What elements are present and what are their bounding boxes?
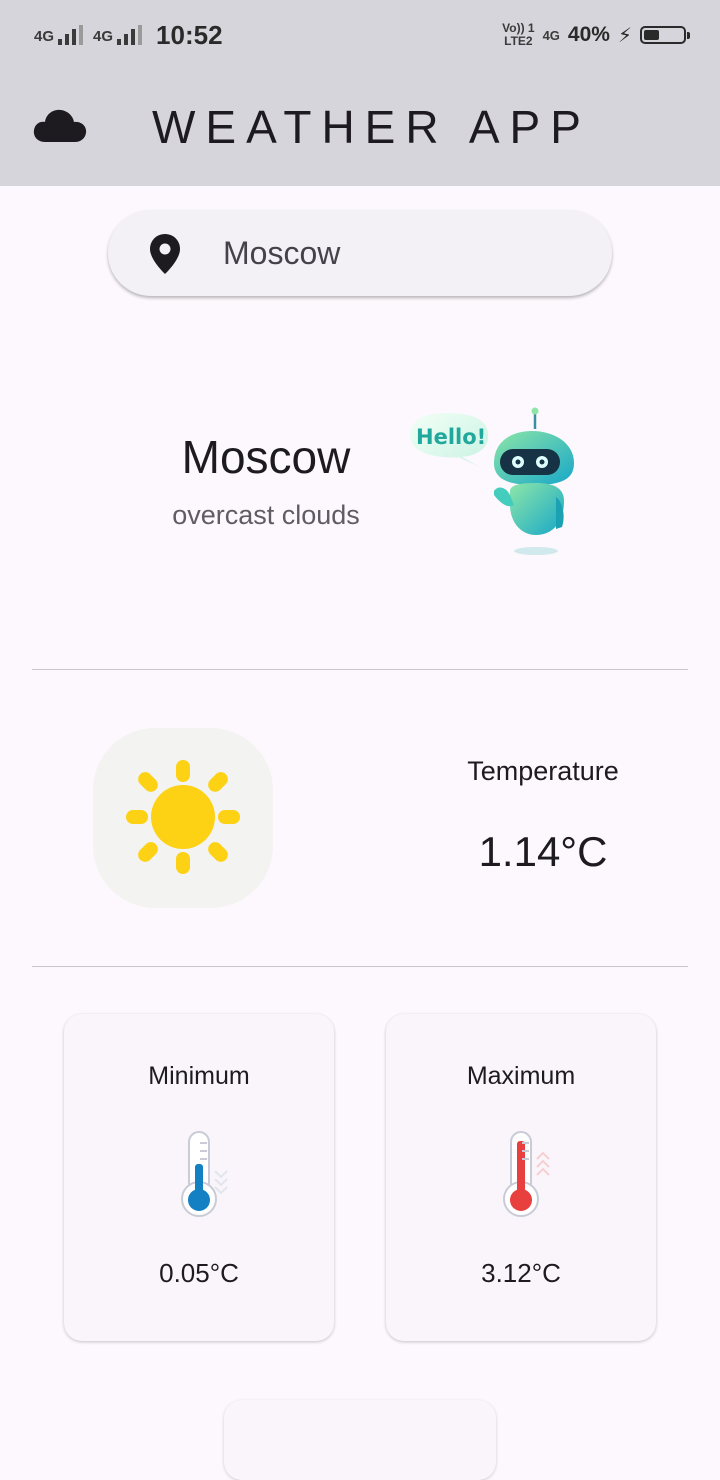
city-search-field[interactable]: Moscow [108, 210, 612, 296]
status-right: Vo)) 1 LTE2 4G 40% ⚡ [502, 22, 690, 48]
temperature-label: Temperature [467, 756, 619, 786]
divider-top [32, 669, 688, 670]
battery-percent: 40% [567, 23, 610, 46]
sim2-signal: 4G [93, 25, 143, 45]
location-pin-icon [150, 234, 180, 274]
app-bar: WEATHER APP [0, 70, 720, 186]
app-title: WEATHER APP [152, 101, 591, 153]
mascot-greeting: Hello! [416, 425, 486, 449]
max-label: Maximum [466, 1062, 576, 1090]
signal-bars-icon [117, 25, 143, 45]
divider-bottom [32, 966, 688, 967]
min-temperature-card: Minimum 0.05°C [64, 1014, 334, 1341]
additional-info-card [224, 1400, 496, 1480]
battery-icon [640, 26, 690, 44]
volte-indicator: Vo)) 1 LTE2 [502, 22, 534, 48]
signal-bars-icon [58, 25, 84, 45]
thermometer-hot-icon [503, 1131, 550, 1217]
thermometer-cold-icon [181, 1131, 228, 1217]
sim1-network-label: 4G [34, 28, 55, 45]
sim1-signal: 4G [34, 25, 84, 45]
data-network-label: 4G [542, 27, 560, 43]
max-value: 3.12°C [481, 1258, 561, 1288]
min-label: Minimum [148, 1062, 250, 1090]
status-left: 4G 4G 10:52 [34, 20, 223, 51]
volte-line2: LTE2 [504, 34, 533, 48]
sun-icon [126, 760, 240, 874]
temperature-value: 1.14°C [478, 828, 608, 875]
cloud-icon [33, 109, 87, 142]
max-temperature-card: Maximum 3.12°C [386, 1014, 656, 1341]
robot-mascot-icon: Hello! [410, 407, 574, 555]
sim2-network-label: 4G [93, 28, 114, 45]
charging-icon: ⚡ [617, 24, 632, 47]
status-bar: 4G 4G 10:52 Vo)) 1 LTE2 4G 40% ⚡ [0, 0, 720, 70]
min-value: 0.05°C [159, 1258, 239, 1288]
status-time: 10:52 [156, 19, 223, 50]
city-search-value[interactable]: Moscow [223, 235, 340, 272]
